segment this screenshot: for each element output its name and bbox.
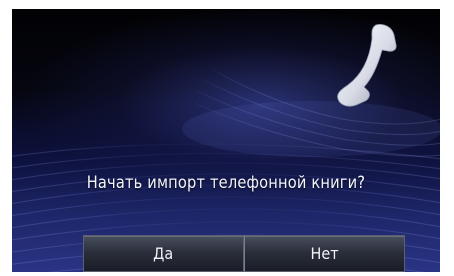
import-phonebook-prompt: Начать импорт телефонной книги? <box>86 173 366 193</box>
yes-button[interactable]: Да <box>83 235 244 272</box>
dialog-buttons: Да Нет <box>83 235 405 272</box>
screen-frame: Начать импорт телефонной книги? Да Нет <box>0 0 454 276</box>
dialog-screen: Начать импорт телефонной книги? Да Нет <box>12 9 440 272</box>
phone-handset-icon <box>337 24 397 107</box>
yes-button-label: Да <box>153 244 174 263</box>
no-button[interactable]: Нет <box>244 235 405 272</box>
no-button-label: Нет <box>310 244 339 263</box>
